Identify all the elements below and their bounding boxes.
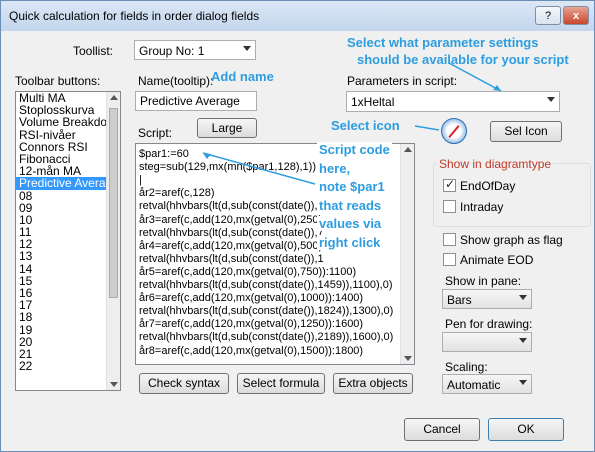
annotation-add-name: Add name <box>211 69 274 84</box>
scaling-label: Scaling: <box>445 360 488 374</box>
chevron-down-icon <box>519 380 527 385</box>
annotation-script-code: that reads <box>317 197 384 213</box>
list-scrollbar[interactable] <box>106 92 120 390</box>
script-line: år4=aref(c,add(120,mx(getval(0),500) <box>139 239 323 252</box>
compass-icon[interactable] <box>441 118 467 144</box>
endofday-label: EndOfDay <box>460 179 516 193</box>
pen-select[interactable] <box>442 332 532 352</box>
toollist-value: Group No: 1 <box>139 44 205 58</box>
annotation-arrow-icon <box>414 125 440 131</box>
script-line: år7=aref(c,add(120,mx(getval(0),1250)):1… <box>139 318 364 331</box>
chevron-down-icon <box>547 97 555 102</box>
name-label: Name(tooltip): <box>138 74 214 88</box>
scroll-up-icon[interactable] <box>110 95 118 100</box>
script-line: retval(hhvbars(lt(d,sub(const(date()),14… <box>139 279 393 291</box>
annotation-script-code: values via <box>317 216 384 231</box>
show-in-pane-label: Show in pane: <box>445 274 522 288</box>
scaling-value: Automatic <box>447 378 501 392</box>
intraday-label: Intraday <box>460 200 504 214</box>
scroll-down-icon[interactable] <box>404 356 412 361</box>
toollist-label: Toollist: <box>73 44 114 58</box>
script-line: | <box>139 174 142 187</box>
diagram-type-group <box>433 163 591 227</box>
list-item[interactable]: 19 <box>16 323 120 335</box>
parameters-value: 1xHeltal <box>351 95 395 109</box>
window-title: Quick calculation for fields in order di… <box>9 9 260 23</box>
show-in-pane-value: Bars <box>447 293 472 307</box>
script-scrollbar[interactable] <box>400 144 414 364</box>
list-item[interactable]: 10 <box>16 214 120 226</box>
animate-eod-checkbox[interactable] <box>443 253 456 266</box>
script-line: retval(hhvbars(lt(d,sub(const(date()),18… <box>139 305 394 318</box>
script-line: retval(hhvbars(lt(d,sub(const(date()),21… <box>139 331 394 344</box>
toollist-select[interactable]: Group No: 1 <box>134 40 256 60</box>
chevron-down-icon <box>243 46 251 51</box>
chevron-down-icon <box>519 295 527 300</box>
script-label: Script: <box>138 126 173 140</box>
ok-button[interactable]: OK <box>488 418 564 441</box>
show-graph-flag-checkbox[interactable] <box>443 233 456 246</box>
intraday-checkbox[interactable] <box>443 200 456 213</box>
title-bar: Quick calculation for fields in order di… <box>1 1 594 31</box>
parameters-label: Parameters in script: <box>347 74 458 88</box>
list-item[interactable]: 13 <box>16 250 120 262</box>
annotation-arrow-params <box>448 62 502 92</box>
toolbar-buttons-list[interactable]: Multi MA Stoplosskurva Volume Breakdow RSI-… <box>15 91 121 391</box>
annotation-script-code: note $par1 <box>317 179 387 194</box>
extra-objects-button[interactable]: Extra objects <box>333 373 413 394</box>
animate-eod-label: Animate EOD <box>460 253 534 267</box>
script-line: år6=aref(c,add(120,mx(getval(0),1000)):1… <box>139 292 364 305</box>
annotation-arrow <box>202 152 316 185</box>
annotation-script-code: right click <box>317 234 383 250</box>
show-graph-flag-label: Show graph as flag <box>460 233 563 247</box>
diagram-type-legend: Show in diagramtype <box>437 157 554 171</box>
select-formula-button[interactable]: Select formula <box>237 373 325 394</box>
name-input[interactable]: Predictive Average <box>135 91 257 111</box>
annotation-params-1: Select what parameter settings <box>347 35 539 50</box>
script-line: år3=aref(c,add(120,mx(getval(0),250) <box>139 213 323 226</box>
annotation-script-code: here, <box>317 160 353 176</box>
toolbar-buttons-label: Toolbar buttons: <box>15 74 101 88</box>
list-item[interactable]: 08 <box>16 189 120 201</box>
list-item[interactable]: 18 <box>16 311 120 323</box>
help-button[interactable]: ? <box>535 6 561 25</box>
list-scroll-thumb[interactable] <box>109 108 118 298</box>
list-item[interactable]: 14 <box>16 262 120 274</box>
script-line: år8=aref(c,add(120,mx(getval(0),1500)):1… <box>139 344 364 357</box>
pen-label: Pen for drawing: <box>445 317 533 331</box>
large-button[interactable]: Large <box>197 118 257 138</box>
script-line: retval(hhvbars(lt(d,sub(const(date()),7 <box>139 226 324 239</box>
script-line: retval(hhvbars(lt(d,sub(const(date()),1 <box>139 252 324 265</box>
script-line: $par1:=60 <box>139 148 189 160</box>
check-syntax-button[interactable]: Check syntax <box>139 373 229 394</box>
cancel-button[interactable]: Cancel <box>404 418 480 441</box>
annotation-select-icon: Select icon <box>331 118 400 133</box>
list-item[interactable]: RSI-nivåer <box>16 128 120 140</box>
dialog-window: Quick calculation for fields in order di… <box>0 0 595 452</box>
annotation-script-code: Script code <box>317 142 392 157</box>
sel-icon-button[interactable]: Sel Icon <box>490 121 562 142</box>
list-item[interactable]: Volume Breakdow <box>16 116 120 128</box>
script-line: retval(hhvbars(lt(d,sub(const(date()),3 <box>139 200 324 213</box>
script-line: år5=aref(c,add(120,mx(getval(0),750)):11… <box>139 265 357 278</box>
list-item[interactable]: Predictive Averag <box>16 177 120 190</box>
show-in-pane-select[interactable]: Bars <box>442 289 532 309</box>
chevron-down-icon <box>519 338 527 343</box>
endofday-checkbox[interactable] <box>443 177 456 192</box>
close-button[interactable]: x <box>563 6 589 25</box>
scroll-up-icon[interactable] <box>404 147 412 152</box>
scroll-down-icon[interactable] <box>110 382 118 387</box>
scaling-select[interactable]: Automatic <box>442 374 532 394</box>
list-item[interactable]: 22 <box>16 360 120 372</box>
